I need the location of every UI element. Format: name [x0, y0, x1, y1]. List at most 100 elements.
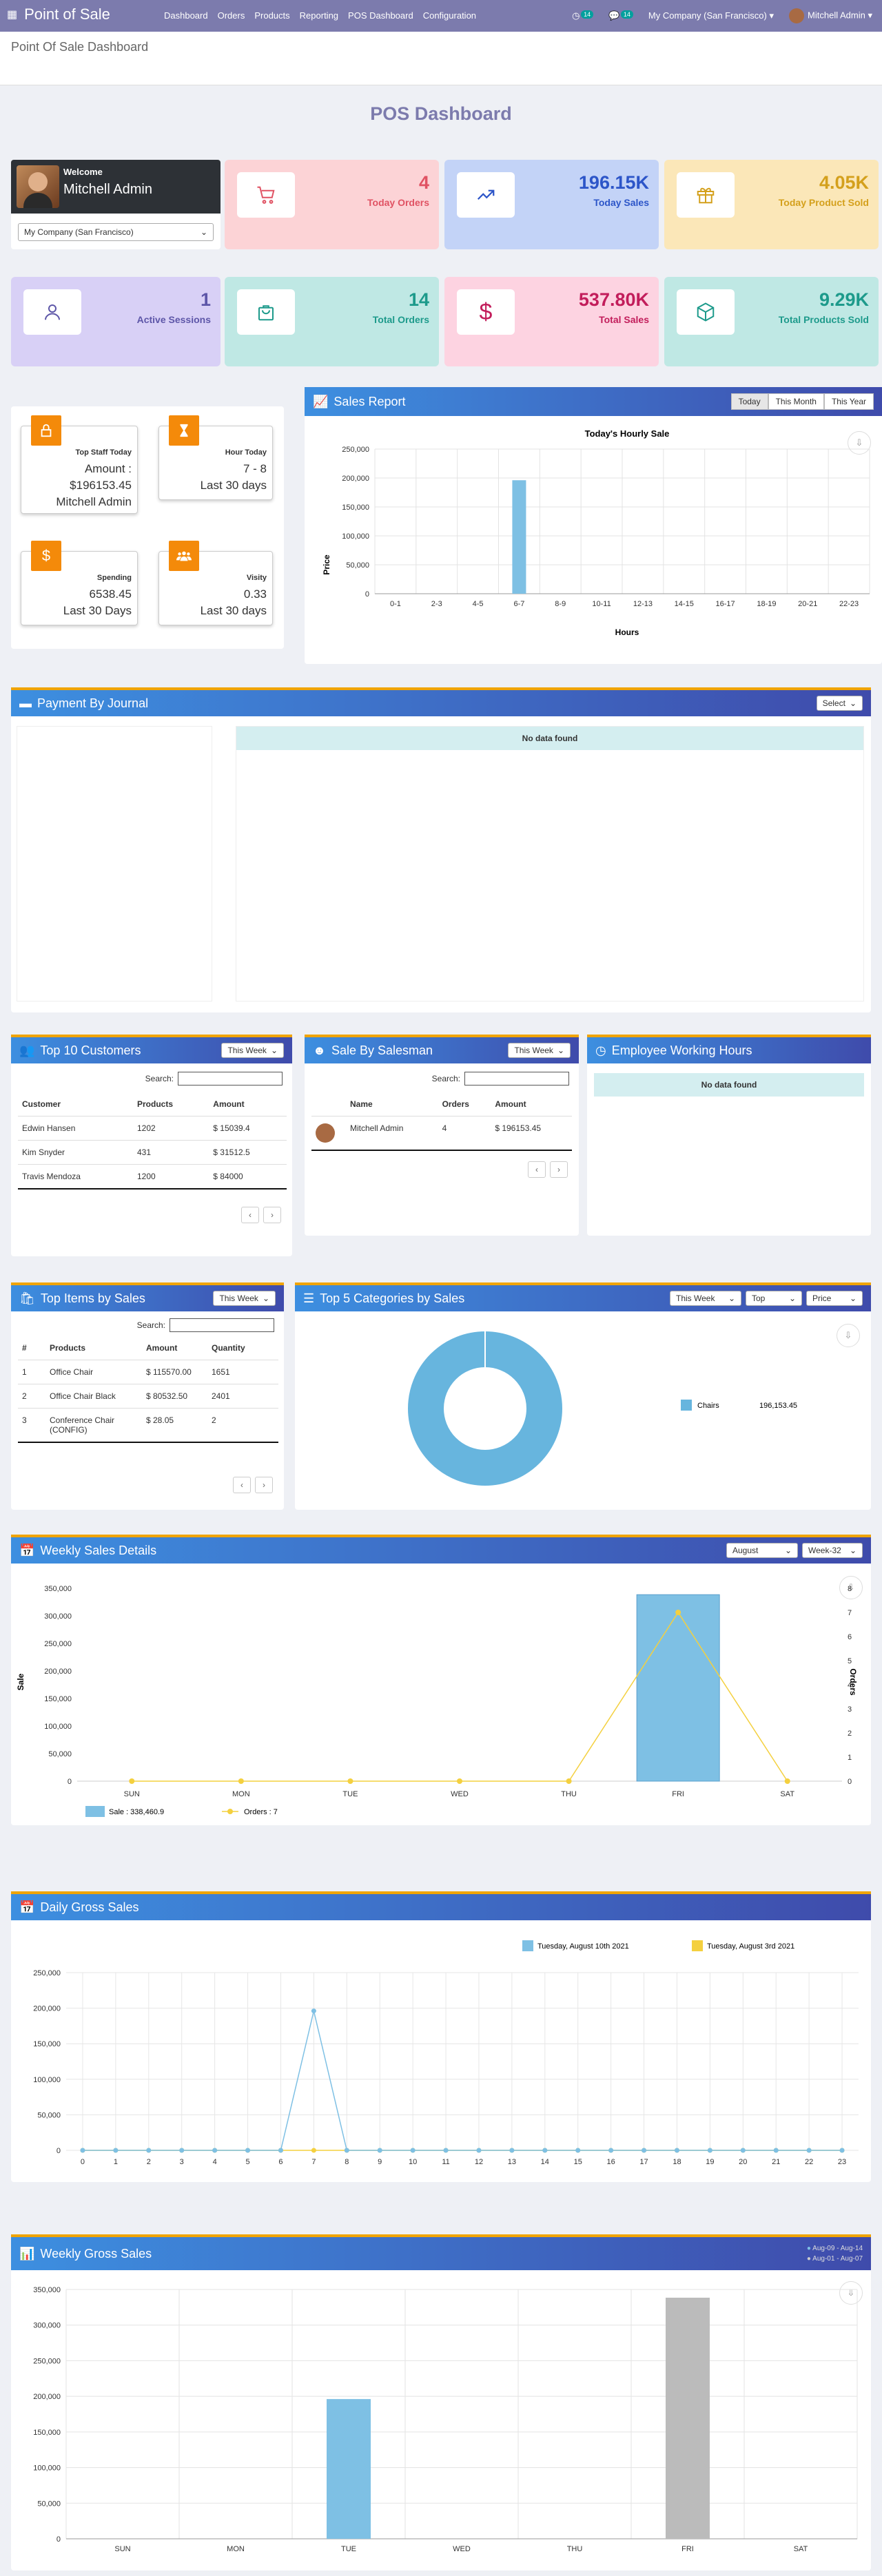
- stat-line: Last 30 days: [200, 604, 267, 617]
- y2-tick-label: 1: [848, 1754, 852, 1762]
- legend-item[interactable]: ● Aug-09 - Aug-14: [807, 2243, 863, 2254]
- menu-products[interactable]: Products: [254, 10, 289, 21]
- panel-title: Employee Working Hours: [611, 1043, 752, 1057]
- kpi-total-sales[interactable]: $ 537.80K Total Sales: [444, 277, 659, 366]
- activity-button[interactable]: ◷ 14: [572, 10, 594, 21]
- next-page-button[interactable]: ›: [550, 1161, 568, 1178]
- legend-swatch: [681, 1400, 692, 1411]
- prev-page-button[interactable]: ‹: [233, 1477, 251, 1493]
- menu-dashboard[interactable]: Dashboard: [164, 10, 208, 21]
- y-tick-label: 200,000: [342, 475, 369, 483]
- menu-reporting[interactable]: Reporting: [300, 10, 338, 21]
- period-select[interactable]: This Week ⌄: [213, 1291, 276, 1306]
- cell: [311, 1116, 346, 1151]
- journal-select[interactable]: Select ⌄: [816, 696, 863, 711]
- bar: [636, 1594, 720, 1782]
- kpi-total-products-sold[interactable]: 9.29K Total Products Sold: [664, 277, 879, 366]
- stats-panel: Top Staff Today Amount : $196153.45 Mitc…: [11, 406, 284, 649]
- column-header[interactable]: Orders: [438, 1092, 491, 1116]
- company-select-value: My Company (San Francisco): [24, 227, 134, 237]
- column-header[interactable]: Amount: [142, 1336, 207, 1360]
- tab-today[interactable]: Today: [730, 393, 768, 410]
- stat-line: 0.33: [243, 588, 267, 601]
- column-header[interactable]: Name: [346, 1092, 438, 1116]
- user-name: Mitchell Admin: [808, 10, 865, 21]
- tab-this-month[interactable]: This Month: [768, 393, 824, 410]
- legend-item[interactable]: ● Aug-01 - Aug-07: [807, 2254, 863, 2264]
- stat-value: 7 - 8 Last 30 days: [201, 461, 267, 494]
- pagination: ‹ ›: [528, 1161, 568, 1178]
- column-header[interactable]: Amount: [209, 1092, 287, 1116]
- week-select[interactable]: Week-32 ⌄: [802, 1543, 863, 1558]
- cell: Kim Snyder: [18, 1140, 133, 1165]
- x-tick-label: TUE: [341, 2545, 356, 2553]
- y-tick-label: 300,000: [33, 2322, 61, 2330]
- rank-select[interactable]: Top ⌄: [746, 1291, 802, 1306]
- cell: $ 80532.50: [142, 1384, 207, 1409]
- company-switcher[interactable]: My Company (San Francisco) ▾: [648, 10, 774, 21]
- prev-page-button[interactable]: ‹: [528, 1161, 546, 1178]
- y-tick-label: 350,000: [44, 1585, 72, 1593]
- tab-this-year[interactable]: This Year: [823, 393, 874, 410]
- column-header[interactable]: Amount: [491, 1092, 572, 1116]
- period-legend: ● Aug-09 - Aug-14 ● Aug-01 - Aug-07: [807, 2243, 863, 2264]
- apps-grid-icon[interactable]: ▦: [7, 8, 17, 21]
- period-select[interactable]: This Week ⌄: [670, 1291, 741, 1306]
- search-input[interactable]: [464, 1072, 569, 1086]
- user-menu[interactable]: Mitchell Admin ▾: [789, 8, 872, 23]
- kpi-value: 4.05K: [819, 172, 869, 193]
- panel-header: 📅 Weekly Sales Details August ⌄ Week-32 ⌄: [11, 1535, 871, 1564]
- data-point: [129, 1778, 135, 1784]
- column-header[interactable]: Customer: [18, 1092, 133, 1116]
- y-tick-label: 250,000: [44, 1640, 72, 1648]
- next-page-button[interactable]: ›: [263, 1207, 281, 1223]
- kpi-today-product-sold[interactable]: 4.05K Today Product Sold: [664, 160, 879, 249]
- column-header[interactable]: Quantity: [207, 1336, 278, 1360]
- next-page-button[interactable]: ›: [255, 1477, 273, 1493]
- kpi-total-orders[interactable]: 14 Total Orders: [225, 277, 439, 366]
- kpi-label: Today Product Sold: [778, 197, 869, 208]
- data-point: [566, 1778, 572, 1784]
- data-point: [344, 2148, 349, 2153]
- search-input[interactable]: [178, 1072, 283, 1086]
- data-point: [443, 2148, 449, 2153]
- kpi-today-orders[interactable]: 4 Today Orders: [225, 160, 439, 249]
- app-brand[interactable]: ▦ Point of Sale: [7, 6, 110, 23]
- company-select[interactable]: My Company (San Francisco) ⌄: [18, 223, 214, 241]
- month-select[interactable]: August ⌄: [726, 1543, 798, 1558]
- search-input[interactable]: [170, 1318, 274, 1332]
- kpi-active-sessions[interactable]: 1 Active Sessions: [11, 277, 220, 366]
- column-header[interactable]: #: [18, 1336, 45, 1360]
- table-row: 2 Office Chair Black $ 80532.50 2401: [18, 1384, 278, 1409]
- kpi-today-sales[interactable]: 196.15K Today Sales: [444, 160, 659, 249]
- sliders-icon: ☰: [303, 1291, 315, 1305]
- column-header[interactable]: Products: [133, 1092, 209, 1116]
- data-point: [806, 2148, 812, 2153]
- top-navbar: ▦ Point of Sale Dashboard Orders Product…: [0, 0, 882, 32]
- stat-line: 7 - 8: [243, 462, 267, 475]
- legend-dot: ●: [806, 2245, 811, 2252]
- y-tick-label: 50,000: [37, 2111, 61, 2119]
- column-header[interactable]: Products: [45, 1336, 142, 1360]
- messages-button[interactable]: 💬 14: [608, 10, 633, 21]
- legend-value: 196,153.45: [759, 1402, 797, 1410]
- period-select[interactable]: This Week ⌄: [508, 1043, 571, 1058]
- box-icon: [677, 289, 735, 335]
- prev-page-button[interactable]: ‹: [241, 1207, 259, 1223]
- x-tick-label: 8: [345, 2158, 349, 2166]
- menu-configuration[interactable]: Configuration: [423, 10, 476, 21]
- panel-title: Weekly Sales Details: [40, 1543, 157, 1557]
- bag-icon: [237, 289, 295, 335]
- data-point: [146, 2148, 152, 2153]
- menu-pos-dashboard[interactable]: POS Dashboard: [348, 10, 413, 21]
- table-row: Mitchell Admin 4 $ 196153.45: [311, 1116, 572, 1151]
- panel-header: 📊 Weekly Gross Sales ● Aug-09 - Aug-14 ●…: [11, 2234, 871, 2270]
- welcome-name: Mitchell Admin: [63, 182, 152, 197]
- stat-line: Mitchell Admin: [56, 495, 132, 508]
- menu-orders[interactable]: Orders: [218, 10, 245, 21]
- measure-select[interactable]: Price ⌄: [806, 1291, 863, 1306]
- welcome-greeting: Welcome: [63, 167, 103, 177]
- period-select[interactable]: This Week ⌄: [221, 1043, 284, 1058]
- x-tick-label: 11: [442, 2158, 449, 2166]
- cell: 1200: [133, 1164, 209, 1190]
